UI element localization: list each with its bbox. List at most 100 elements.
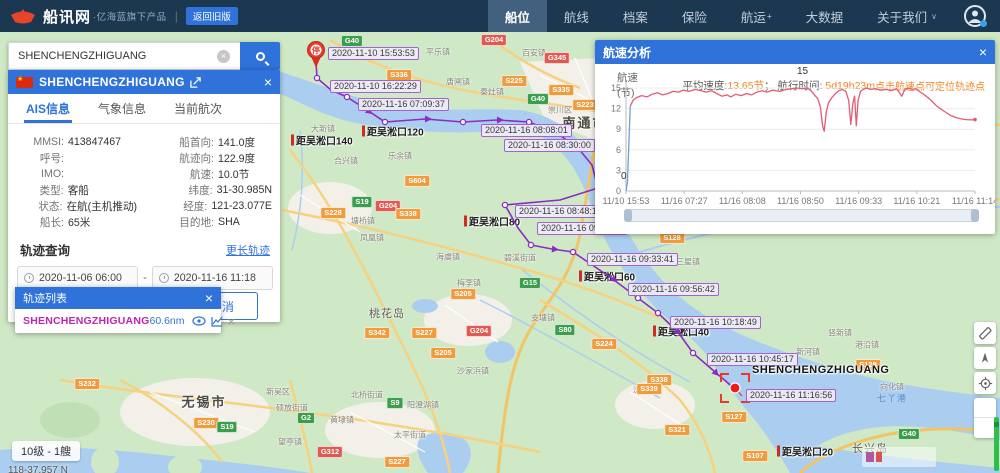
brand-divider: | bbox=[175, 9, 178, 23]
ruler-icon bbox=[977, 325, 993, 341]
map-zoom-info: 10级 - 1艘 bbox=[12, 441, 80, 461]
nav-item-船位[interactable]: 船位 bbox=[488, 0, 547, 32]
track-direction-arrow bbox=[554, 130, 564, 140]
track-point[interactable] bbox=[344, 94, 349, 99]
track-direction-arrow bbox=[365, 107, 375, 117]
ship-position-dot[interactable] bbox=[730, 383, 740, 393]
track-point[interactable] bbox=[570, 249, 575, 254]
clear-search-icon[interactable]: × bbox=[217, 50, 230, 63]
date-range-separator: - bbox=[143, 272, 147, 284]
brand-subtitle: ·亿海蓝旗下产品 bbox=[93, 9, 167, 23]
track-list-panel: 轨迹列表 × SHENCHENGZHIGUANG60.6nm× bbox=[15, 287, 221, 333]
svg-text:停: 停 bbox=[312, 45, 320, 55]
track-point[interactable] bbox=[690, 350, 695, 355]
legacy-version-button[interactable]: 返回旧版 bbox=[186, 7, 238, 25]
ais-info-row: 呼号:航迹向:122.9度 bbox=[20, 150, 272, 166]
track-point[interactable] bbox=[526, 119, 531, 124]
nav-item-航线[interactable]: 航线 bbox=[547, 0, 606, 32]
svg-text:11/16 08:50: 11/16 08:50 bbox=[777, 196, 824, 206]
ais-info-row: 状态:在航(主机推动)经度:121-23.077E bbox=[20, 198, 272, 214]
nav-item-档案[interactable]: 档案 bbox=[606, 0, 665, 32]
search-button[interactable] bbox=[240, 42, 280, 70]
remove-track-icon[interactable]: × bbox=[228, 315, 236, 328]
tab-当前航次[interactable]: 当前航次 bbox=[160, 94, 236, 123]
svg-text:0: 0 bbox=[621, 171, 627, 182]
speed-chart[interactable]: 0369121511/10 15:5311/16 07:2711/16 08:0… bbox=[595, 40, 995, 234]
track-point[interactable] bbox=[502, 202, 507, 207]
svg-text:12: 12 bbox=[611, 104, 621, 114]
close-ship-panel-icon[interactable]: × bbox=[264, 75, 272, 89]
speed-series-line bbox=[630, 88, 975, 131]
track-date-range: 2020-11-06 06:00 - 2020-11-16 11:18 bbox=[8, 261, 280, 290]
track-direction-arrow bbox=[552, 246, 560, 254]
map-toolbar bbox=[974, 322, 996, 397]
eye-icon[interactable] bbox=[192, 316, 206, 326]
ais-info-row: 船长:65米目的地:SHA bbox=[20, 214, 272, 230]
map-zoom-slider[interactable] bbox=[994, 417, 999, 471]
external-link-icon[interactable] bbox=[190, 77, 201, 88]
clock-icon bbox=[24, 273, 34, 283]
close-track-list-icon[interactable]: × bbox=[205, 291, 213, 305]
shipxy-logo-icon bbox=[10, 7, 36, 25]
track-point[interactable] bbox=[575, 145, 580, 150]
tab-气象信息[interactable]: 气象信息 bbox=[84, 94, 160, 123]
track-direction-arrow bbox=[497, 117, 504, 124]
tab-AIS信息[interactable]: AIS信息 bbox=[12, 94, 84, 123]
svg-text:0: 0 bbox=[616, 186, 621, 196]
track-point[interactable] bbox=[635, 295, 640, 300]
track-distance: 60.6nm bbox=[150, 315, 185, 327]
mouse-coordinate-readout: 118-37.957 N bbox=[8, 465, 68, 473]
svg-text:11/16 08:08: 11/16 08:08 bbox=[719, 196, 766, 206]
person-icon bbox=[967, 8, 983, 24]
track-list-title: 轨迹列表 bbox=[23, 290, 67, 306]
ais-info-row: 类型:客船纬度:31-30.985N bbox=[20, 182, 272, 198]
app-root: 平乐镇百安镇通州区唐闸镇秦灶镇崇川区大新镇合兴镇乐余镇塘桥镇凤凰镇海虞镇碧溪街道… bbox=[0, 0, 1000, 473]
search-icon bbox=[256, 52, 265, 61]
brand-name[interactable]: 船讯网 bbox=[43, 6, 91, 27]
svg-text:11/16 09:33: 11/16 09:33 bbox=[835, 196, 882, 206]
track-ship-name[interactable]: SHENCHENGZHIGUANG bbox=[23, 315, 150, 327]
clock-icon bbox=[159, 273, 169, 283]
longer-track-link[interactable]: 更长轨迹 bbox=[226, 242, 270, 258]
nav-item-大数据[interactable]: 大数据 bbox=[789, 0, 861, 32]
measure-distance-button[interactable] bbox=[974, 322, 996, 344]
zoom-in-button[interactable] bbox=[974, 398, 996, 418]
map-zoom-controls bbox=[974, 398, 996, 438]
chart-range-scrollbar[interactable] bbox=[625, 209, 978, 222]
user-avatar[interactable] bbox=[964, 5, 986, 27]
svg-text:15: 15 bbox=[611, 83, 621, 93]
track-direction-arrow bbox=[425, 116, 432, 123]
china-flag-icon bbox=[16, 77, 33, 88]
nav-item-关于我们[interactable]: 关于我们∨ bbox=[860, 0, 954, 32]
track-point[interactable] bbox=[655, 310, 660, 315]
nav-item-航运[interactable]: 航运+ bbox=[724, 0, 789, 32]
map-attribution bbox=[862, 447, 936, 467]
svg-text:9: 9 bbox=[616, 124, 621, 134]
track-list-row: SHENCHENGZHIGUANG60.6nm× bbox=[15, 309, 221, 333]
speed-analysis-panel: 航速分析 × 航速(节) 平均速度:13.65节； 航行时间: 5d19h23m… bbox=[595, 40, 995, 234]
track-point[interactable] bbox=[528, 242, 533, 247]
svg-text:6: 6 bbox=[616, 145, 621, 155]
locate-button[interactable] bbox=[974, 372, 996, 394]
ais-info-grid: MMSI:413847467船首向:141.0度呼号:航迹向:122.9度IMO… bbox=[8, 124, 280, 234]
zoom-out-button[interactable] bbox=[974, 418, 996, 438]
nav-item-保险[interactable]: 保险 bbox=[665, 0, 724, 32]
speed-chart-icon[interactable] bbox=[211, 316, 223, 327]
ais-info-row: MMSI:413847467船首向:141.0度 bbox=[20, 134, 272, 150]
track-point[interactable] bbox=[382, 119, 387, 124]
svg-text:11/16 11:14: 11/16 11:14 bbox=[952, 196, 995, 206]
search-input[interactable] bbox=[8, 42, 240, 70]
ship-info-panel: SHENCHENGZHIGUANG × AIS信息气象信息当前航次 MMSI:4… bbox=[8, 70, 280, 322]
speed-series-line bbox=[626, 107, 630, 192]
track-query-title: 轨迹查询 bbox=[20, 240, 70, 259]
track-point[interactable] bbox=[460, 119, 465, 124]
ship-name-title: SHENCHENGZHIGUANG bbox=[39, 75, 185, 89]
svg-text:11/10 15:53: 11/10 15:53 bbox=[603, 196, 650, 206]
svg-text:15: 15 bbox=[797, 66, 809, 77]
svg-text:11/16 07:27: 11/16 07:27 bbox=[661, 196, 708, 206]
compass-icon bbox=[978, 351, 992, 365]
compass-button[interactable] bbox=[974, 347, 996, 369]
svg-text:11/16 10:21: 11/16 10:21 bbox=[893, 196, 940, 206]
ship-panel-tabs: AIS信息气象信息当前航次 bbox=[8, 94, 280, 124]
track-point[interactable] bbox=[314, 75, 319, 80]
